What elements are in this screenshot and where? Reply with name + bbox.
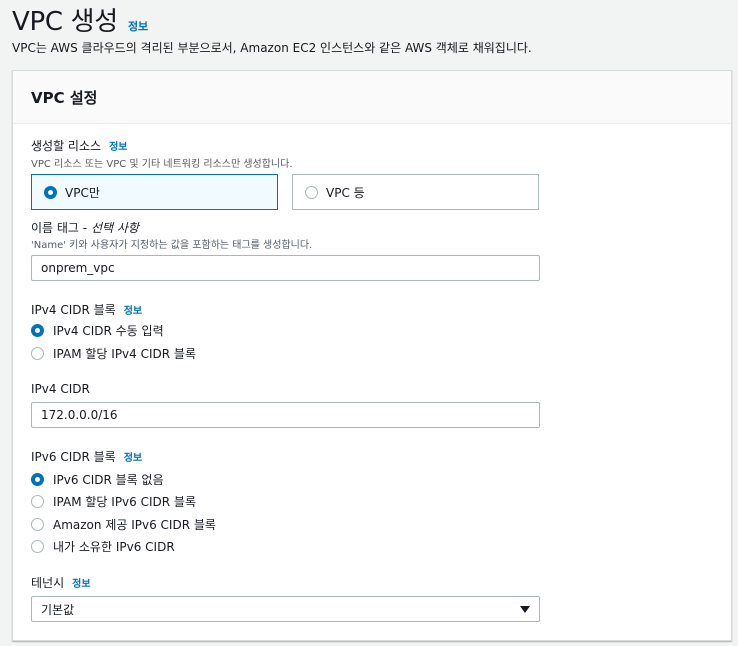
resources-label: 생성할 리소스 — [31, 139, 102, 153]
tenancy-select[interactable]: 기본값 — [31, 596, 540, 622]
resources-description: VPC 리소스 또는 VPC 및 기타 네트워킹 리소스만 생성합니다. — [31, 159, 293, 170]
ipv4-option-ipam[interactable]: IPAM 할당 IPv4 CIDR 블록 — [31, 345, 196, 362]
radio-ipv6-amazon[interactable] — [31, 518, 44, 531]
resource-option-label: VPC 등 — [326, 185, 365, 200]
ipv4-block-info-link[interactable]: 정보 — [124, 302, 142, 317]
radio-label: IPAM 할당 IPv6 CIDR 블록 — [53, 495, 196, 509]
tenancy-select-value: 기본값 — [41, 602, 75, 617]
ipv6-option-amazon[interactable]: Amazon 제공 IPv6 CIDR 블록 — [31, 516, 216, 533]
ipv4-cidr-input[interactable]: 172.0.0.0/16 — [31, 402, 540, 428]
ipv6-option-byoip[interactable]: 내가 소유한 IPv6 CIDR — [31, 538, 175, 555]
radio-label: Amazon 제공 IPv6 CIDR 블록 — [53, 518, 216, 532]
page-header: VPC 생성 정보 VPC는 AWS 클라우드의 격리된 부분으로서, Amaz… — [12, 4, 732, 56]
radio-vpc-only[interactable] — [44, 185, 57, 199]
ipv6-block-info-link[interactable]: 정보 — [124, 449, 142, 464]
tenancy-label: 테넌시 — [31, 576, 65, 590]
name-tag-description: 'Name' 키와 사용자가 지정하는 값을 포함하는 태그를 생성합니다. — [31, 240, 313, 251]
ipv4-option-manual[interactable]: IPv4 CIDR 수동 입력 — [31, 322, 164, 339]
ipv4-block-label-row: IPv4 CIDR 블록 정보 — [31, 301, 142, 318]
name-tag-input[interactable]: onprem_vpc — [31, 255, 540, 281]
panel-title: VPC 설정 — [31, 88, 98, 107]
header-info-link[interactable]: 정보 — [128, 18, 148, 34]
radio-label: IPv6 CIDR 블록 없음 — [53, 473, 164, 487]
panel-header: VPC 설정 — [13, 71, 731, 124]
radio-label: IPAM 할당 IPv4 CIDR 블록 — [53, 347, 196, 361]
page-title: VPC 생성 — [12, 7, 118, 37]
vpc-settings-panel: VPC 설정 생성할 리소스 정보 VPC 리소스 또는 VPC 및 기타 네트… — [12, 70, 732, 641]
radio-ipv6-none[interactable] — [31, 473, 44, 486]
page-description: VPC는 AWS 클라우드의 격리된 부분으로서, Amazon EC2 인스턴… — [12, 41, 532, 55]
ipv6-block-label: IPv6 CIDR 블록 — [31, 450, 116, 464]
name-tag-label-row: 이름 태그 - 선택 사항 — [31, 219, 139, 236]
radio-ipv6-byoip[interactable] — [31, 540, 44, 553]
radio-vpc-and-more[interactable] — [305, 185, 318, 199]
caret-down-icon — [520, 605, 530, 613]
resource-option-label: VPC만 — [65, 185, 100, 200]
tenancy-info-link[interactable]: 정보 — [72, 575, 90, 590]
resources-label-row: 생성할 리소스 정보 — [31, 137, 127, 154]
radio-ipv4-manual[interactable] — [31, 324, 44, 337]
name-tag-label: 이름 태그 - 선택 사항 — [31, 219, 139, 236]
name-tag-label-text: 이름 태그 - — [31, 221, 91, 235]
ipv4-block-label: IPv4 CIDR 블록 — [31, 303, 116, 317]
tenancy-label-row: 테넌시 정보 — [31, 574, 91, 591]
ipv4-cidr-label-row: IPv4 CIDR — [31, 382, 90, 396]
radio-label: 내가 소유한 IPv6 CIDR — [53, 540, 175, 554]
name-tag-optional: 선택 사항 — [90, 221, 139, 235]
resources-info-link[interactable]: 정보 — [109, 138, 127, 153]
radio-label: IPv4 CIDR 수동 입력 — [53, 324, 164, 338]
ipv6-option-ipam[interactable]: IPAM 할당 IPv6 CIDR 블록 — [31, 493, 196, 510]
resource-option-vpc-and-more[interactable]: VPC 등 — [292, 174, 539, 210]
ipv4-cidr-label: IPv4 CIDR — [31, 382, 90, 396]
title-row: VPC 생성 정보 — [12, 4, 732, 40]
radio-ipv4-ipam[interactable] — [31, 347, 44, 360]
ipv6-block-label-row: IPv6 CIDR 블록 정보 — [31, 448, 142, 465]
radio-ipv6-ipam[interactable] — [31, 495, 44, 508]
ipv6-option-none[interactable]: IPv6 CIDR 블록 없음 — [31, 471, 164, 488]
resource-option-vpc-only[interactable]: VPC만 — [31, 174, 278, 210]
